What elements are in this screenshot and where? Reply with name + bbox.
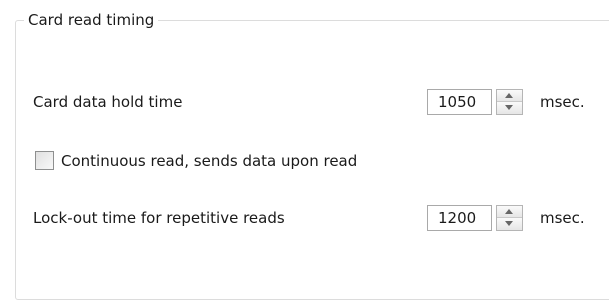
hold-time-spin-buttons bbox=[496, 89, 523, 115]
hold-time-decrement-button[interactable] bbox=[497, 102, 522, 114]
hold-time-unit: msec. bbox=[540, 93, 585, 111]
lockout-time-label: Lock-out time for repetitive reads bbox=[33, 209, 285, 227]
group-title: Card read timing bbox=[24, 11, 159, 29]
continuous-read-checkbox[interactable] bbox=[35, 151, 54, 170]
chevron-up-icon bbox=[505, 93, 513, 98]
lockout-time-decrement-button[interactable] bbox=[497, 218, 522, 230]
chevron-down-icon bbox=[505, 105, 513, 110]
lockout-time-increment-button[interactable] bbox=[497, 206, 522, 218]
hold-time-spinner bbox=[427, 89, 524, 115]
lockout-time-input[interactable] bbox=[427, 205, 492, 231]
lockout-time-spinner bbox=[427, 205, 524, 231]
hold-time-input[interactable] bbox=[427, 89, 492, 115]
chevron-up-icon bbox=[505, 209, 513, 214]
hold-time-increment-button[interactable] bbox=[497, 90, 522, 102]
continuous-read-label[interactable]: Continuous read, sends data upon read bbox=[61, 152, 357, 170]
chevron-down-icon bbox=[505, 221, 513, 226]
hold-time-label: Card data hold time bbox=[33, 93, 183, 111]
lockout-time-spin-buttons bbox=[496, 205, 523, 231]
lockout-time-unit: msec. bbox=[540, 209, 585, 227]
